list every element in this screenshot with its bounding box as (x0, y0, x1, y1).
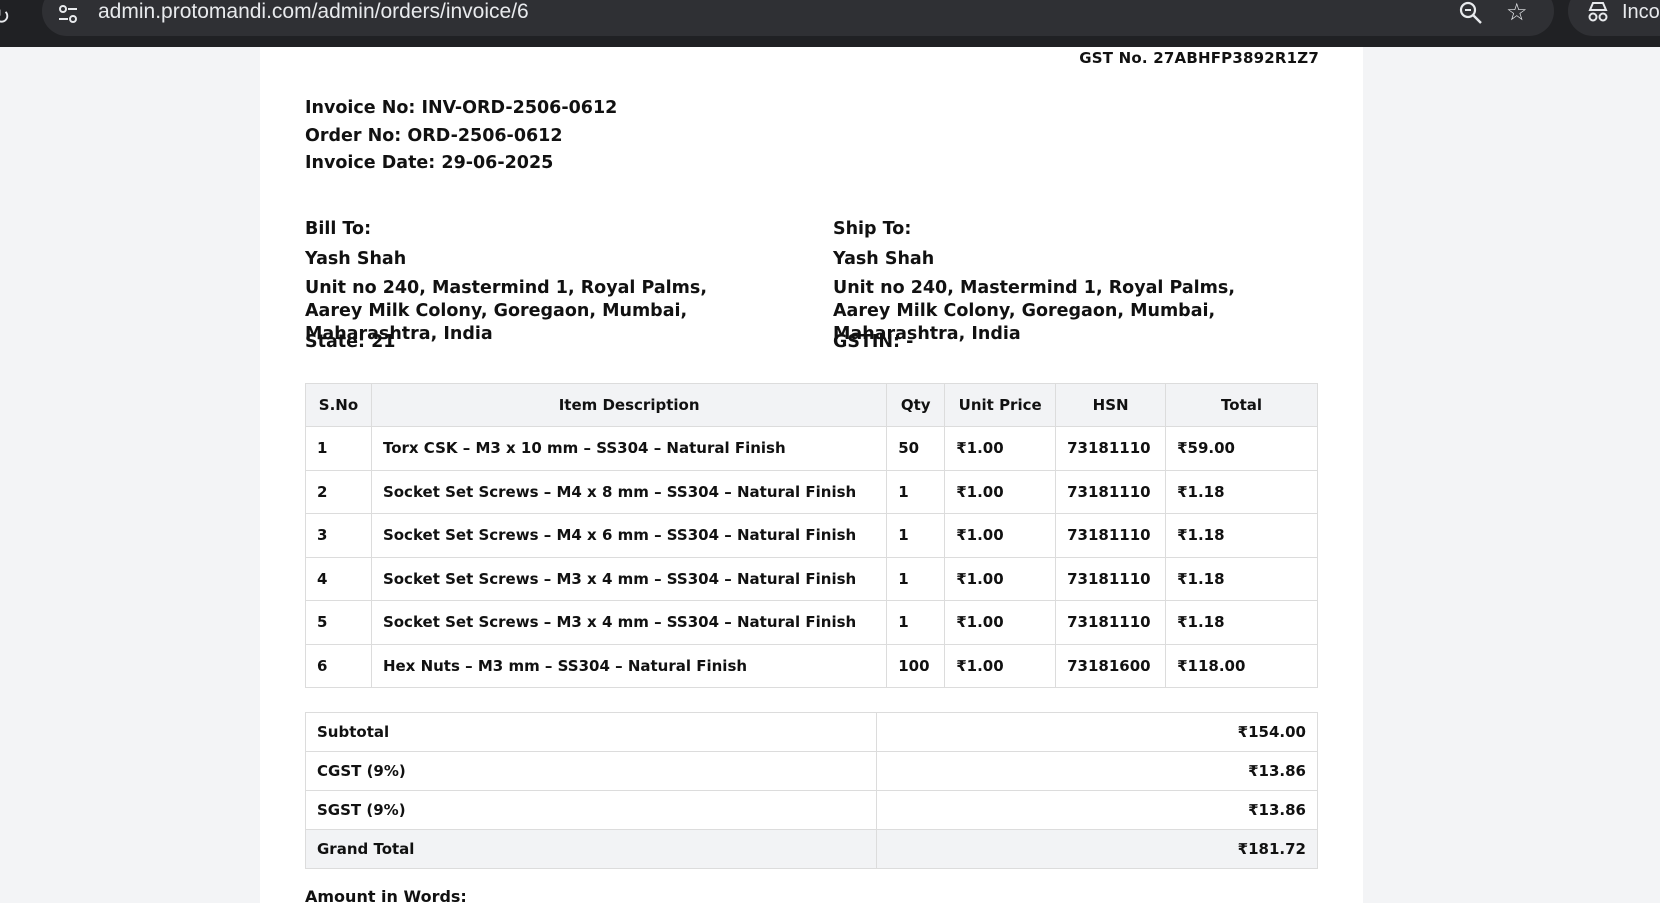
cell-hsn: 73181110 (1055, 556, 1167, 601)
ship-to-name: Yash Shah (833, 249, 935, 269)
cell-sno: 4 (305, 556, 372, 601)
cell-unit-price: ₹1.00 (944, 426, 1057, 471)
cell-unit-price: ₹1.00 (944, 600, 1057, 645)
col-header-qty: Qty (886, 383, 946, 427)
cell-description: Hex Nuts – M3 mm – SS304 – Natural Finis… (370, 643, 888, 688)
cell-sno: 5 (305, 600, 372, 645)
zoom-icon[interactable] (1458, 0, 1484, 26)
invoice-number: Invoice No: INV-ORD-2506-0612 (305, 98, 618, 118)
reload-icon[interactable]: ↻ (0, 6, 12, 30)
col-header-hsn: HSN (1055, 383, 1167, 427)
cell-unit-price: ₹1.00 (944, 556, 1057, 601)
ship-to-heading: Ship To: (833, 219, 912, 239)
cell-sno: 1 (305, 426, 372, 471)
table-row: 5 Socket Set Screws – M3 x 4 mm – SS304 … (305, 600, 1318, 645)
sgst-row: SGST (9%) ₹13.86 (305, 790, 1318, 830)
cell-total: ₹1.18 (1165, 513, 1318, 558)
browser-toolbar: ↻ admin.protomandi.com/admin/orders/invo… (0, 0, 1660, 47)
bill-to-heading: Bill To: (305, 219, 372, 239)
sgst-label: SGST (9%) (305, 790, 877, 830)
grand-total-value: ₹181.72 (876, 829, 1318, 869)
invoice-page: GST No. 27ABHFP3892R1Z7 Invoice No: INV-… (260, 47, 1363, 903)
ship-to-block: Ship To: Yash Shah Unit no 240, Mastermi… (833, 217, 1293, 354)
grand-total-row: Grand Total ₹181.72 (305, 829, 1318, 869)
cgst-value: ₹13.86 (876, 751, 1318, 791)
cell-hsn: 73181110 (1055, 469, 1167, 514)
cell-total: ₹1.18 (1165, 556, 1318, 601)
col-header-description: Item Description (370, 383, 888, 427)
cell-qty: 1 (886, 600, 946, 645)
ship-to-gstin: GSTIN: - (833, 332, 914, 352)
col-header-sno: S.No (305, 383, 372, 427)
bookmark-star-icon[interactable]: ☆ (1506, 0, 1532, 26)
cell-hsn: 73181110 (1055, 513, 1167, 558)
sgst-value: ₹13.86 (876, 790, 1318, 830)
url-text[interactable]: admin.protomandi.com/admin/orders/invoic… (98, 0, 529, 26)
cell-description: Socket Set Screws – M3 x 4 mm – SS304 – … (370, 600, 888, 645)
cell-qty: 1 (886, 469, 946, 514)
incognito-icon (1588, 1, 1608, 22)
table-row: 4 Socket Set Screws – M3 x 4 mm – SS304 … (305, 556, 1318, 601)
bill-to-address: Unit no 240, Mastermind 1, Royal Palms, … (305, 278, 707, 344)
site-settings-icon[interactable] (58, 4, 78, 24)
cell-total: ₹118.00 (1165, 643, 1318, 688)
cell-hsn: 73181110 (1055, 426, 1167, 471)
gst-number: GST No. 27ABHFP3892R1Z7 (1079, 49, 1319, 67)
cell-total: ₹1.18 (1165, 469, 1318, 514)
invoice-meta: Invoice No: INV-ORD-2506-0612 Order No: … (305, 95, 617, 178)
bill-to-name: Yash Shah (305, 249, 407, 269)
amount-in-words-label: Amount in Words: (305, 887, 467, 903)
bill-to-block: Bill To: Yash Shah Unit no 240, Mastermi… (305, 217, 765, 354)
cell-total: ₹59.00 (1165, 426, 1318, 471)
subtotal-row: Subtotal ₹154.00 (305, 712, 1318, 752)
grand-total-label: Grand Total (305, 829, 877, 869)
cell-qty: 100 (886, 643, 946, 688)
table-row: 2 Socket Set Screws – M4 x 8 mm – SS304 … (305, 469, 1318, 514)
cell-qty: 1 (886, 556, 946, 601)
cgst-row: CGST (9%) ₹13.86 (305, 751, 1318, 791)
cell-qty: 50 (886, 426, 946, 471)
totals-table: Subtotal ₹154.00 CGST (9%) ₹13.86 SGST (… (305, 712, 1318, 869)
subtotal-value: ₹154.00 (876, 712, 1318, 752)
cell-hsn: 73181110 (1055, 600, 1167, 645)
cell-hsn: 73181600 (1055, 643, 1167, 688)
cell-qty: 1 (886, 513, 946, 558)
incognito-label: Inco (1622, 1, 1660, 23)
cell-sno: 6 (305, 643, 372, 688)
col-header-total: Total (1165, 383, 1318, 427)
items-table: S.No Item Description Qty Unit Price HSN… (305, 383, 1318, 688)
table-row: 6 Hex Nuts – M3 mm – SS304 – Natural Fin… (305, 643, 1318, 688)
subtotal-label: Subtotal (305, 712, 877, 752)
cell-total: ₹1.18 (1165, 600, 1318, 645)
cell-description: Socket Set Screws – M4 x 6 mm – SS304 – … (370, 513, 888, 558)
table-row: 3 Socket Set Screws – M4 x 6 mm – SS304 … (305, 513, 1318, 558)
order-number: Order No: ORD-2506-0612 (305, 125, 563, 146)
cell-description: Torx CSK – M3 x 10 mm – SS304 – Natural … (370, 426, 888, 471)
cell-description: Socket Set Screws – M3 x 4 mm – SS304 – … (370, 556, 888, 601)
cell-unit-price: ₹1.00 (944, 643, 1057, 688)
cell-unit-price: ₹1.00 (944, 513, 1057, 558)
cell-sno: 2 (305, 469, 372, 514)
col-header-unit-price: Unit Price (944, 383, 1057, 427)
invoice-date: Invoice Date: 29-06-2025 (305, 153, 554, 173)
cell-unit-price: ₹1.00 (944, 469, 1057, 514)
cell-sno: 3 (305, 513, 372, 558)
ship-to-address: Unit no 240, Mastermind 1, Royal Palms, … (833, 278, 1235, 344)
cgst-label: CGST (9%) (305, 751, 877, 791)
table-row: 1 Torx CSK – M3 x 10 mm – SS304 – Natura… (305, 426, 1318, 471)
bill-to-state: State: 21 (305, 332, 396, 352)
table-header-row: S.No Item Description Qty Unit Price HSN… (305, 383, 1318, 427)
cell-description: Socket Set Screws – M4 x 8 mm – SS304 – … (370, 469, 888, 514)
